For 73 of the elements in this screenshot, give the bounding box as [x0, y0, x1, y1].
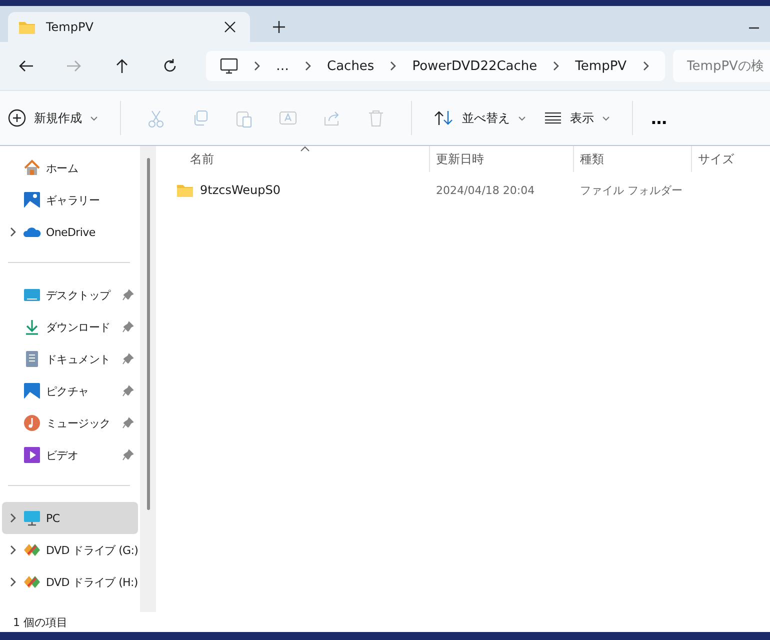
monitor-icon: [220, 57, 238, 75]
sidebar-item[interactable]: OneDrive: [2, 216, 138, 248]
new-tab-icon[interactable]: [272, 20, 286, 34]
sidebar-item[interactable]: ミュージック: [2, 407, 138, 439]
sidebar-item[interactable]: ダウンロード: [2, 311, 138, 343]
table-cell-text: ファイル フォルダー: [579, 182, 684, 198]
folder-icon: [18, 19, 36, 35]
column-header[interactable]: 更新日時: [430, 146, 574, 172]
download-icon: [23, 318, 41, 336]
chevron-icon: [252, 60, 262, 72]
item-count: 1 個の項目: [13, 614, 68, 630]
sort-arrows-icon: [434, 110, 454, 126]
more-button[interactable]: …: [647, 108, 671, 128]
sidebar-item[interactable]: ホーム: [2, 152, 138, 184]
document-icon: [23, 350, 41, 368]
sidebar-item[interactable]: ドキュメント: [2, 343, 138, 375]
back-icon[interactable]: [18, 58, 34, 74]
plus-circle-icon: [8, 109, 26, 127]
sidebar-item[interactable]: PC: [2, 502, 138, 534]
caret-icon: [602, 116, 610, 120]
file-row[interactable]: 9tzcsWeupS0 2024/04/18 20:04 ファイル フォルダー: [156, 176, 770, 204]
pin-icon: [122, 321, 134, 333]
list-lines-icon: [544, 112, 562, 124]
sidebar-item[interactable]: ビデオ: [2, 439, 138, 471]
pin-icon: [122, 385, 134, 397]
sidebar-item[interactable]: デスクトップ: [2, 279, 138, 311]
sidebar-item[interactable]: ピクチャ: [2, 375, 138, 407]
chevron-icon[interactable]: [8, 226, 18, 238]
folder-icon: [176, 182, 194, 198]
close-icon[interactable]: [224, 21, 236, 33]
scrollbar-thumb[interactable]: [146, 158, 150, 510]
chevron-icon: [303, 60, 313, 72]
breadcrumb[interactable]: Caches: [327, 58, 374, 74]
chevron-icon: [640, 60, 651, 72]
breadcrumb[interactable]: PowerDVD22Cache: [412, 58, 538, 74]
video-icon: [23, 446, 41, 464]
up-icon[interactable]: [114, 58, 130, 74]
sort-button[interactable]: 並べ替え: [428, 106, 532, 130]
gallery-icon: [23, 191, 41, 209]
new-button[interactable]: 新規作成: [2, 105, 104, 131]
picture-icon: [23, 382, 41, 400]
chevron-icon: [388, 60, 398, 72]
file-name: 9tzcsWeupS0: [200, 183, 281, 197]
house-icon: [23, 159, 41, 177]
chevron-icon[interactable]: [8, 576, 18, 588]
pin-icon: [122, 417, 134, 429]
sort-caret-icon: [300, 146, 310, 152]
search-field[interactable]: TempPVの検: [672, 50, 770, 82]
column-header[interactable]: 名前: [156, 146, 430, 172]
table-cell-text: 2024/04/18 20:04: [435, 184, 536, 196]
music-note-icon: [23, 414, 41, 432]
sidebar-item[interactable]: DVD ドライブ (G:): [2, 534, 138, 566]
tab-title: TempPV: [46, 20, 94, 34]
breadcrumb[interactable]: …: [276, 58, 289, 74]
caret-icon: [90, 116, 98, 120]
pin-icon: [122, 449, 134, 461]
address-bar[interactable]: … Caches PowerDVD22Cache TempPV: [206, 51, 665, 81]
sidebar-item[interactable]: DVD ドライブ (H:): [2, 566, 138, 598]
refresh-icon[interactable]: [162, 58, 178, 74]
caret-icon: [518, 116, 526, 120]
column-header[interactable]: 種類: [574, 146, 692, 172]
pin-icon: [122, 289, 134, 301]
chevron-icon[interactable]: [8, 544, 18, 556]
chevron-icon: [551, 60, 562, 72]
window-tab[interactable]: TempPV: [8, 12, 250, 42]
breadcrumb[interactable]: TempPV: [575, 58, 627, 74]
pin-icon: [122, 353, 134, 365]
view-button[interactable]: 表示: [538, 106, 616, 130]
column-header[interactable]: サイズ: [692, 146, 770, 172]
monitor-icon: [23, 509, 41, 527]
desktop-icon: [23, 286, 41, 304]
sidebar-item[interactable]: ギャラリー: [2, 184, 138, 216]
chevron-icon[interactable]: [8, 512, 18, 524]
